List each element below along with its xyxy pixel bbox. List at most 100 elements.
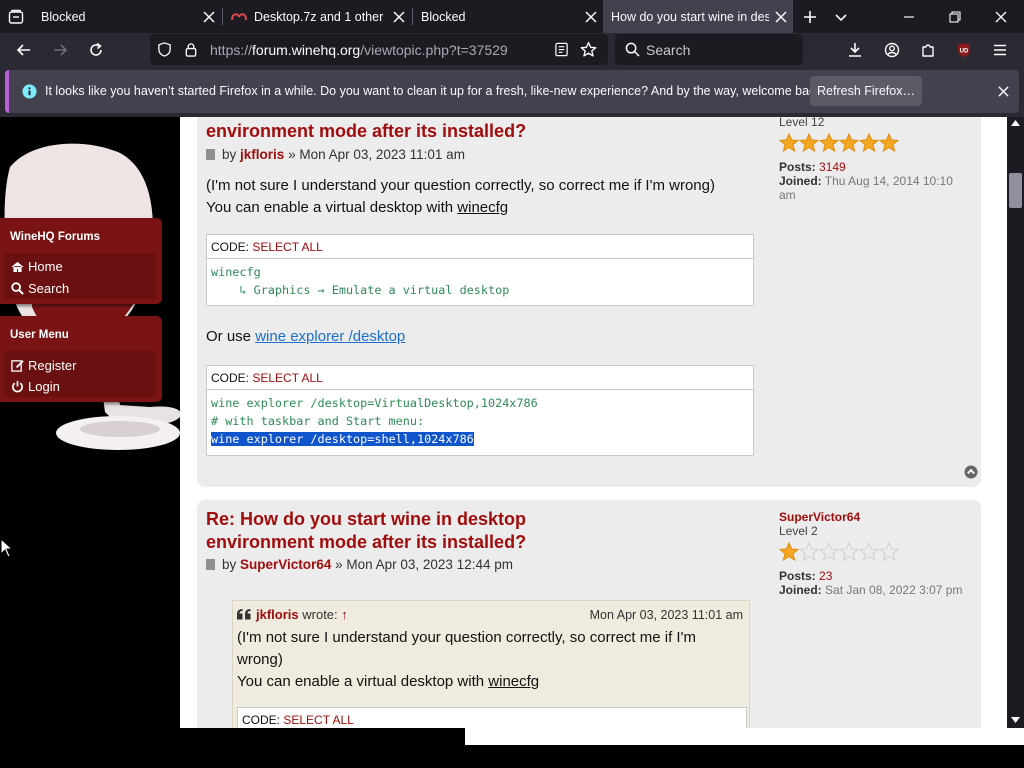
back-button[interactable]	[8, 34, 40, 66]
quote-date: Mon Apr 03, 2023 11:01 am	[589, 608, 743, 622]
web-page: WineHQ Forums Home Search User Menu Regi…	[0, 117, 1024, 728]
tab-blocked-1[interactable]: Blocked	[33, 0, 221, 33]
new-tab-button[interactable]	[794, 0, 826, 33]
tab-list-button[interactable]	[0, 0, 32, 33]
restore-icon	[949, 10, 961, 23]
info-icon	[22, 84, 37, 104]
tab-blocked-2[interactable]: Blocked	[413, 0, 603, 33]
close-icon[interactable]	[579, 5, 603, 29]
ublock-button[interactable]: UD	[948, 34, 980, 66]
app-menu-button[interactable]	[984, 34, 1016, 66]
close-icon[interactable]	[197, 5, 221, 29]
lock-icon[interactable]	[184, 42, 198, 62]
post-icon	[206, 559, 215, 570]
post-count-link[interactable]: 3149	[819, 160, 846, 174]
close-icon[interactable]	[769, 5, 793, 29]
select-all-link[interactable]: SELECT ALL	[283, 713, 354, 727]
tab-desktop-7z[interactable]: Desktop.7z and 1 other fil	[223, 0, 411, 33]
url-bar[interactable]: https://forum.winehq.org/viewtopic.php?t…	[150, 34, 608, 65]
mouse-cursor-icon	[0, 538, 13, 558]
hamburger-menu-icon	[994, 44, 1006, 56]
post-title[interactable]: Re: How do you start wine in desktop	[206, 508, 526, 531]
list-all-tabs-button[interactable]	[825, 0, 857, 33]
tab-active-winehq[interactable]: How do you start wine in desk	[603, 0, 793, 33]
scrollbar-thumb[interactable]	[1009, 173, 1022, 208]
wine-explorer-link[interactable]: wine explorer /desktop	[255, 328, 405, 345]
refresh-firefox-button[interactable]: Refresh Firefox…	[810, 76, 922, 106]
notification-text: It looks like you haven’t started Firefo…	[45, 84, 826, 98]
profile-name-link[interactable]: SuperVictor64	[779, 510, 962, 524]
ublock-origin-icon: UD	[958, 43, 970, 57]
sidebar-item-home[interactable]: Home	[11, 259, 63, 274]
star-filled-icon	[799, 133, 819, 153]
forward-button[interactable]	[44, 34, 76, 66]
winecfg-link[interactable]: winecfg	[488, 673, 539, 690]
mega-icon	[231, 9, 247, 25]
sidebar-item-label: Register	[28, 358, 77, 373]
search-icon	[625, 42, 640, 62]
sidebar-item-label: Login	[28, 379, 60, 394]
post-author-link[interactable]: jkfloris	[240, 147, 284, 162]
back-to-top-icon[interactable]	[964, 465, 978, 484]
star-filled-icon	[819, 133, 839, 153]
quote-block: jkfloris wrote: ↑ Mon Apr 03, 2023 11:01…	[232, 600, 750, 728]
plus-icon	[804, 10, 816, 23]
profile-supervictor64: SuperVictor64 Level 2 Posts: 23 Joined: …	[779, 510, 963, 597]
reader-view-icon[interactable]	[554, 42, 569, 62]
code-header: CODE: SELECT ALL	[207, 235, 753, 259]
winecfg-link[interactable]: winecfg	[457, 199, 508, 216]
close-icon[interactable]	[387, 5, 411, 29]
notification-box: It looks like you haven’t started Firefo…	[5, 70, 1019, 113]
minimize-button[interactable]	[892, 0, 926, 33]
shield-icon[interactable]	[157, 42, 172, 62]
sidebar-item-label: Search	[28, 281, 70, 296]
notification-close-button[interactable]	[992, 80, 1014, 102]
post-meta: by jkfloris » Mon Apr 03, 2023 11:01 am	[206, 147, 465, 162]
quote-code-block: CODE: SELECT ALL	[237, 707, 747, 728]
quote-body: (I'm not sure I understand your question…	[237, 629, 696, 690]
restore-button[interactable]	[938, 0, 972, 33]
post-count-link[interactable]: 23	[819, 569, 832, 583]
tab-label: Blocked	[41, 9, 86, 24]
arrow-left-icon	[16, 44, 30, 56]
sidebar-item-register[interactable]: Register	[11, 358, 76, 373]
tab-bar: Blocked Desktop.7z and 1 other fil Block…	[0, 0, 1024, 33]
sidebar-item-search[interactable]: Search	[11, 281, 69, 296]
post-author-link[interactable]: SuperVictor64	[240, 557, 331, 572]
sidebar-item-label: Home	[28, 259, 63, 274]
scroll-down-icon[interactable]	[1011, 717, 1020, 723]
post-title[interactable]: environment mode after its installed?	[206, 120, 526, 143]
post-jkfloris: environment mode after its installed? by…	[197, 117, 981, 487]
extensions-button[interactable]	[912, 34, 944, 66]
quote-icon	[237, 609, 251, 620]
search-bar[interactable]: Search	[615, 34, 803, 65]
bookmark-star-icon[interactable]	[580, 41, 597, 63]
downloads-button[interactable]	[839, 34, 871, 66]
url-text[interactable]: https://forum.winehq.org/viewtopic.php?t…	[210, 42, 508, 58]
sidebar-user-menu: User Menu Register Login	[0, 316, 162, 402]
star-empty-icon	[879, 542, 899, 562]
quote-source-link[interactable]: ↑	[341, 607, 348, 622]
account-button[interactable]	[876, 34, 908, 66]
tab-label: Desktop.7z and 1 other fil	[254, 9, 387, 24]
tab-label: Blocked	[421, 9, 466, 24]
post-title-line2[interactable]: environment mode after its installed?	[206, 531, 526, 554]
select-all-link[interactable]: SELECT ALL	[252, 240, 323, 254]
code-content[interactable]: wine explorer /desktop=VirtualDesktop,10…	[207, 390, 753, 448]
reload-button[interactable]	[80, 34, 112, 66]
code-block-1: CODE: SELECT ALL winecfg ↳ Graphics → Em…	[206, 234, 754, 306]
sidebar-item-login[interactable]: Login	[11, 379, 60, 394]
star-empty-icon	[859, 542, 879, 562]
reload-icon	[90, 42, 102, 56]
code-content[interactable]: winecfg ↳ Graphics → Emulate a virtual d…	[207, 259, 753, 299]
page-scrollbar[interactable]	[1007, 117, 1024, 728]
chevron-down-icon	[835, 13, 847, 21]
window-close-button[interactable]	[984, 0, 1018, 33]
select-all-link[interactable]: SELECT ALL	[252, 371, 323, 385]
notification-bar: It looks like you haven’t started Firefo…	[0, 67, 1024, 117]
quote-author-link[interactable]: jkfloris	[256, 607, 299, 622]
post-date: » Mon Apr 03, 2023 12:44 pm	[335, 557, 513, 572]
scroll-up-icon[interactable]	[1011, 120, 1020, 126]
svg-text:UD: UD	[960, 49, 969, 55]
star-filled-icon	[779, 133, 799, 153]
